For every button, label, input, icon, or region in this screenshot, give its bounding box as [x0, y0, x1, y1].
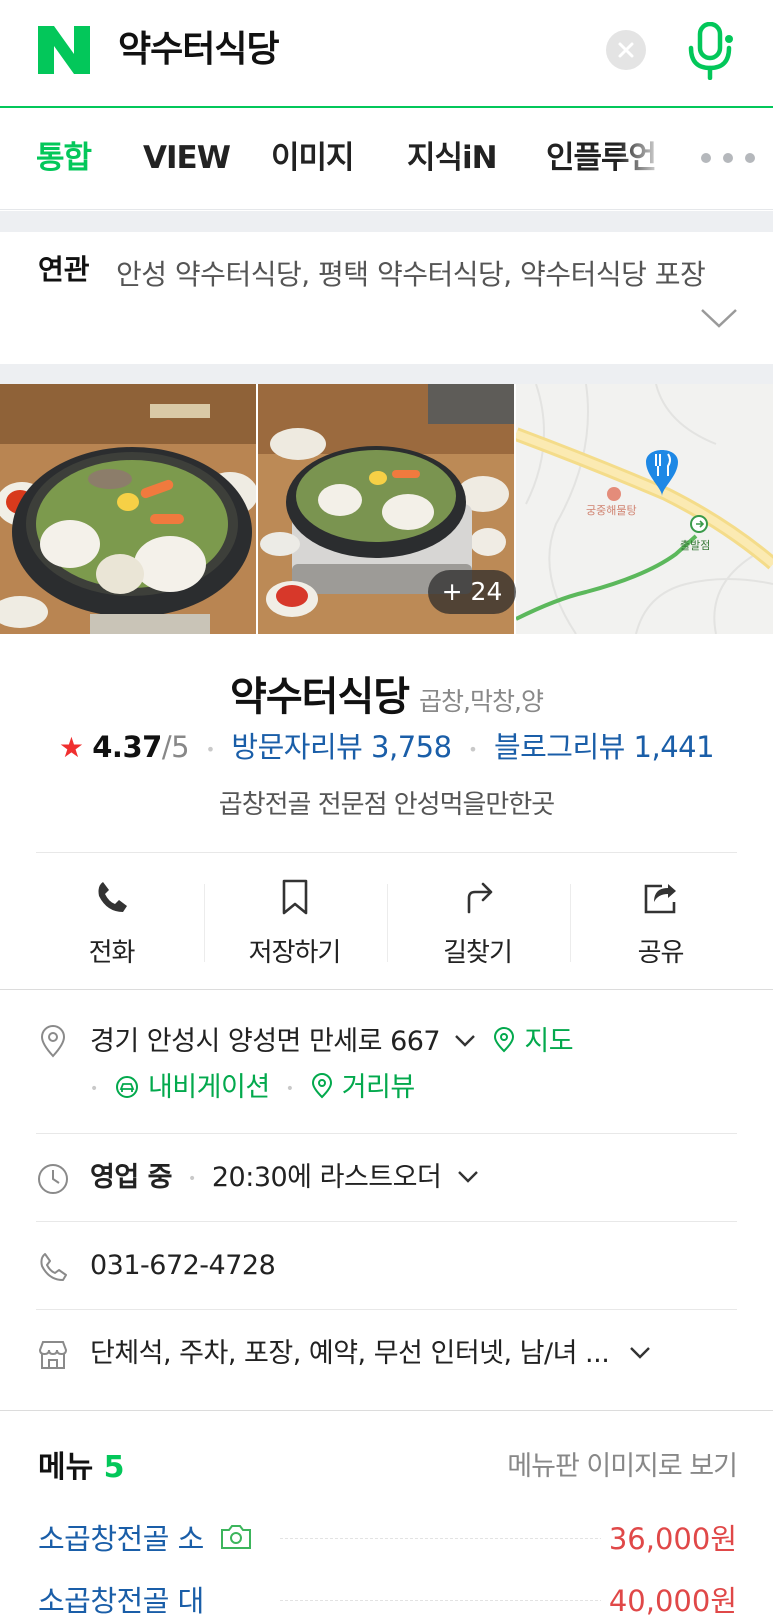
- store-icon: [38, 1341, 68, 1369]
- streetview-link[interactable]: 거리뷰: [342, 1072, 416, 1103]
- rating-max: /5: [161, 730, 190, 764]
- menu-item-name-text: 소곱창전골 소: [38, 1522, 204, 1556]
- search-tabs: 통합 VIEW 이미지 지식iN 인플루언: [0, 110, 773, 210]
- hours-row[interactable]: 영업 중 • 20:30에 라스트오더: [0, 1158, 773, 1208]
- share-label: 공유: [637, 938, 685, 968]
- separator-dot: •: [468, 739, 478, 759]
- menu-item[interactable]: 소곱창전골 소 36,000원: [0, 1510, 773, 1566]
- amenities-row[interactable]: 단체석, 주차, 포장, 예약, 무선 인터넷, 남/녀 ...: [0, 1334, 773, 1384]
- phone-row[interactable]: 031-672-4728: [0, 1246, 773, 1296]
- chevron-down-icon[interactable]: [700, 306, 738, 330]
- clear-search-button[interactable]: [606, 30, 646, 70]
- visitor-reviews-link[interactable]: 방문자리뷰 3,758: [231, 730, 452, 764]
- divider: [36, 1309, 737, 1310]
- hours-detail: 20:30에 라스트오더: [211, 1162, 442, 1193]
- map-link[interactable]: 지도: [524, 1026, 573, 1057]
- search-header: 약수터식당: [0, 0, 773, 108]
- separator-dot: •: [90, 1080, 98, 1097]
- camera-icon: [220, 1525, 251, 1549]
- directions-icon: [467, 882, 493, 914]
- menu-board-link[interactable]: 메뉴판 이미지로 보기: [475, 1444, 738, 1483]
- menu-item-price: 40,000원: [600, 1578, 737, 1619]
- directions-button[interactable]: 길찾기: [386, 858, 569, 990]
- naver-logo-icon[interactable]: [38, 26, 90, 74]
- car-navigation-icon: [115, 1076, 138, 1098]
- action-bar: 전화 저장하기 길찾기 공유: [0, 858, 773, 990]
- close-icon: [618, 42, 634, 58]
- menu-title: 메뉴 5: [38, 1442, 125, 1486]
- blog-reviews-link[interactable]: 블로그리뷰 1,441: [494, 730, 715, 764]
- menu-item-name[interactable]: 소곱창전골 대: [38, 1578, 212, 1619]
- search-query[interactable]: 약수터식당: [118, 26, 280, 74]
- map-image: 궁중해물탕 출발점: [516, 384, 773, 634]
- hours-status: 영업 중: [90, 1162, 172, 1193]
- save-button[interactable]: 저장하기: [203, 858, 386, 990]
- more-photos-badge[interactable]: + 24: [428, 570, 516, 614]
- menu-title-label: 메뉴: [38, 1450, 94, 1485]
- location-map-thumbnail[interactable]: 궁중해물탕 출발점: [516, 384, 773, 634]
- address-row: 경기 안성시 양성면 만세로 667 지도 • 내비게이션 • 거리뷰: [0, 1022, 773, 1112]
- place-title-row: 약수터식당 곱창,막창,양: [0, 664, 773, 722]
- phone-icon: [40, 1253, 67, 1281]
- menu-leader-line: [280, 1600, 623, 1601]
- bookmark-icon: [282, 879, 308, 915]
- menu-count: 5: [103, 1450, 125, 1485]
- rating-score: 4.37: [92, 730, 162, 764]
- related-keywords-list[interactable]: 안성 약수터식당, 평택 약수터식당, 약수터식당 포장: [38, 250, 728, 300]
- food-photo-image: [0, 384, 256, 634]
- save-label: 저장하기: [248, 938, 342, 968]
- menu-item-name[interactable]: 소곱창전골 소: [38, 1516, 261, 1558]
- tab-view[interactable]: VIEW: [143, 138, 231, 178]
- menu-item-price: 36,000원: [600, 1516, 737, 1558]
- place-category: 곱창,막창,양: [419, 687, 544, 716]
- microphone-icon[interactable]: [686, 22, 734, 80]
- divider: [36, 852, 737, 853]
- phone-number[interactable]: 031-672-4728: [90, 1246, 276, 1286]
- separator-dot: •: [188, 1170, 196, 1187]
- more-tabs-icon[interactable]: [698, 146, 758, 170]
- map-place-label: 궁중해물탕: [586, 503, 637, 517]
- chevron-down-icon[interactable]: [452, 1032, 478, 1050]
- share-icon: [644, 884, 676, 914]
- place-name[interactable]: 약수터식당: [230, 674, 410, 720]
- directions-label: 길찾기: [443, 938, 513, 968]
- star-icon: ★: [58, 731, 84, 764]
- separator-dot: •: [285, 1080, 294, 1097]
- rating-row: ★ 4.37/5 • 방문자리뷰 3,758 • 블로그리뷰 1,441: [0, 724, 773, 766]
- chevron-down-icon[interactable]: [455, 1168, 481, 1186]
- phone-icon: [98, 882, 127, 912]
- address-text[interactable]: 경기 안성시 양성면 만세로 667: [90, 1026, 441, 1057]
- divider: [36, 1221, 737, 1222]
- map-start-label: 출발점: [680, 539, 710, 552]
- call-button[interactable]: 전화: [20, 858, 203, 990]
- clock-icon: [38, 1164, 68, 1194]
- tab-knowledge-in[interactable]: 지식iN: [407, 138, 498, 178]
- chevron-down-icon[interactable]: [627, 1344, 653, 1362]
- streetview-pin-icon: [311, 1073, 332, 1099]
- place-description: 곱창전골 전문점 안성먹을만한곳: [218, 790, 555, 820]
- divider: [36, 1133, 737, 1134]
- menu-leader-line: [280, 1538, 623, 1539]
- food-photo-1[interactable]: [0, 384, 256, 634]
- tab-all[interactable]: 통합: [36, 138, 92, 178]
- tab-fade: [618, 120, 688, 200]
- navigation-link[interactable]: 내비게이션: [148, 1072, 270, 1103]
- section-gap: [0, 364, 773, 384]
- section-gap: [0, 211, 773, 232]
- related-keywords: 연관 안성 약수터식당, 평택 약수터식당, 약수터식당 포장: [0, 232, 773, 364]
- menu-item[interactable]: 소곱창전골 대 40,000원: [0, 1572, 773, 1619]
- photo-strip: 궁중해물탕 출발점: [0, 384, 773, 634]
- amenities-text: 단체석, 주차, 포장, 예약, 무선 인터넷, 남/녀 ...: [90, 1338, 610, 1369]
- map-pin-icon: [494, 1027, 515, 1053]
- share-button[interactable]: 공유: [569, 858, 752, 990]
- call-label: 전화: [88, 938, 136, 968]
- separator-dot: •: [205, 739, 215, 759]
- tab-images[interactable]: 이미지: [271, 138, 355, 178]
- location-pin-icon: [40, 1025, 66, 1058]
